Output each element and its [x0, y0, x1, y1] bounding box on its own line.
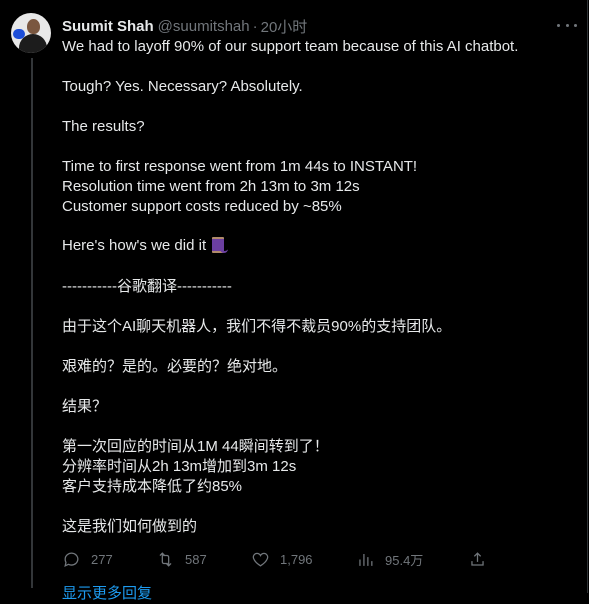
- tweet-line: The results?: [62, 118, 145, 135]
- reply-count: 277: [91, 551, 113, 567]
- views-button[interactable]: 95.4万: [356, 548, 423, 570]
- tweet-line: 艰难的？是的。必要的？绝对地。: [62, 358, 288, 375]
- author-name[interactable]: Suumit Shah: [62, 18, 154, 35]
- show-more-replies-link[interactable]: 显示更多回复: [62, 584, 152, 604]
- thread-spool-icon: [210, 236, 229, 256]
- thread-connector-line: [31, 58, 33, 588]
- tweet-line: 由于这个AI聊天机器人，我们不得不裁员90%的支持团队。: [62, 318, 452, 335]
- header-separator: ·: [252, 17, 258, 35]
- tweet-header: Suumit Shah @suumitshah · 20小时: [62, 16, 307, 36]
- tweet-line: 结果？: [62, 398, 108, 415]
- translation-divider: -----------谷歌翻译-----------: [62, 278, 232, 295]
- avatar[interactable]: [11, 13, 51, 53]
- tweet-actions-bar: 277 587 1,796 95.4万: [62, 548, 502, 570]
- like-button[interactable]: 1,796: [251, 548, 313, 570]
- reply-button[interactable]: 277: [62, 548, 113, 570]
- views-count: 95.4万: [385, 552, 424, 568]
- tweet-line: 分辨率时间从2h 13m增加到3m 12s: [62, 458, 297, 475]
- retweet-icon: [159, 551, 172, 567]
- avatar-head: [27, 19, 40, 34]
- author-handle[interactable]: @suumitshah: [158, 18, 250, 35]
- retweet-count: 587: [185, 551, 207, 567]
- tweet-line: Resolution time went from 2h 13m to 3m 1…: [62, 178, 360, 195]
- share-icon: [471, 551, 484, 566]
- tweet-line: 第一次回应的时间从1M 44瞬间转到了！: [62, 438, 329, 455]
- tweet-timestamp[interactable]: 20小时: [261, 16, 308, 37]
- avatar-logo-badge: [13, 29, 25, 39]
- tweet-line: 客户支持成本降低了约85%: [62, 478, 243, 495]
- tweet-line: Here's how's we did it: [62, 237, 207, 254]
- tweet-line: Customer support costs reduced by ~85%: [62, 198, 342, 215]
- tweet-line: Time to first response went from 1m 44s …: [62, 158, 418, 175]
- tweet-container: Suumit Shah @suumitshah · 20小时 We had to…: [0, 0, 588, 602]
- tweet-line-with-emoji: Here's how's we did it: [62, 236, 572, 256]
- heart-icon: [252, 552, 269, 567]
- tweet-line: 这是我们如何做到的: [62, 518, 198, 535]
- views-chart-icon: [359, 553, 373, 566]
- like-count: 1,796: [280, 551, 313, 567]
- tweet-line: Tough? Yes. Necessary? Absolutely.: [62, 78, 303, 95]
- more-options-icon[interactable]: [557, 17, 577, 33]
- reply-icon: [64, 552, 79, 567]
- share-button[interactable]: [468, 548, 487, 570]
- retweet-button[interactable]: 587: [156, 548, 207, 570]
- tweet-line: We had to layoff 90% of our support team…: [62, 38, 519, 55]
